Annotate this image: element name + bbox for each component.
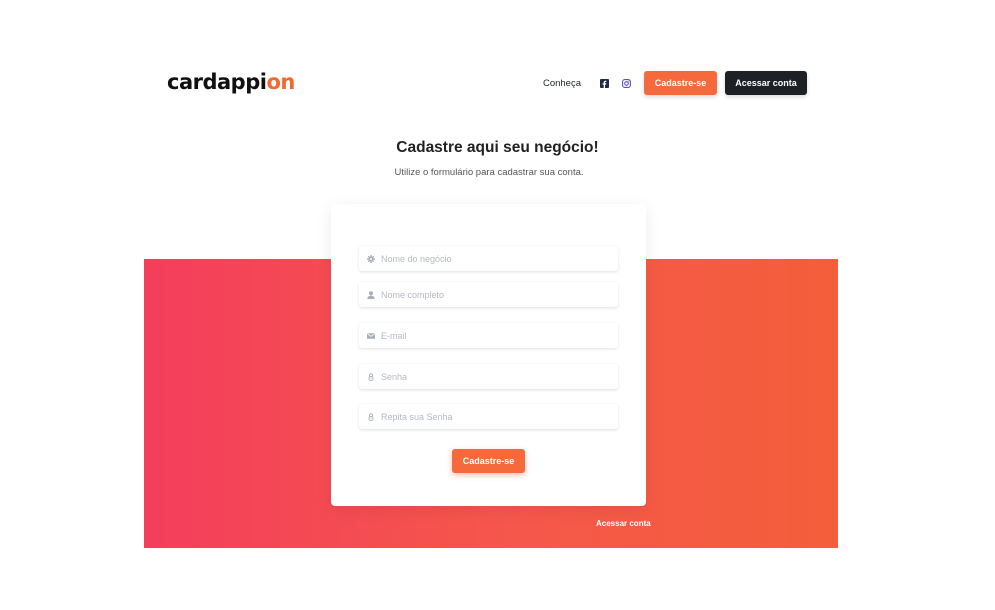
full-name-field[interactable] [359,282,618,307]
instagram-icon[interactable] [622,78,631,88]
login-button[interactable]: Acessar conta [725,71,807,95]
signup-form-card: Cadastre-se [331,204,646,506]
user-icon [367,290,375,299]
top-nav: Conheça Cadastre-se Acessar conta [543,71,807,95]
submit-signup-button[interactable]: Cadastre-se [452,449,525,473]
signup-button[interactable]: Cadastre-se [644,71,717,95]
logo-text: cardappi [167,70,267,94]
logo-accent-text: on [266,70,295,94]
envelope-icon [367,332,375,340]
page-title: Cadastre aqui seu negócio! [396,139,599,156]
confirm-password-field[interactable] [359,404,618,429]
password-field[interactable] [359,364,618,389]
page-subtitle: Utilize o formulário para cadastrar sua … [394,167,584,178]
nav-link-conheca[interactable]: Conheça [543,78,581,89]
full-name-input[interactable] [381,289,601,300]
confirm-password-input[interactable] [381,411,601,422]
business-name-input[interactable] [381,253,601,264]
brand-logo[interactable]: cardappion [167,70,295,94]
password-input[interactable] [381,371,601,382]
gear-icon [367,254,375,263]
email-input[interactable] [381,330,601,341]
login-link[interactable]: Acessar conta [596,519,651,528]
business-name-field[interactable] [359,246,618,271]
lock-icon [367,412,375,421]
email-field[interactable] [359,323,618,348]
facebook-icon[interactable] [600,78,609,88]
lock-icon [367,372,375,381]
